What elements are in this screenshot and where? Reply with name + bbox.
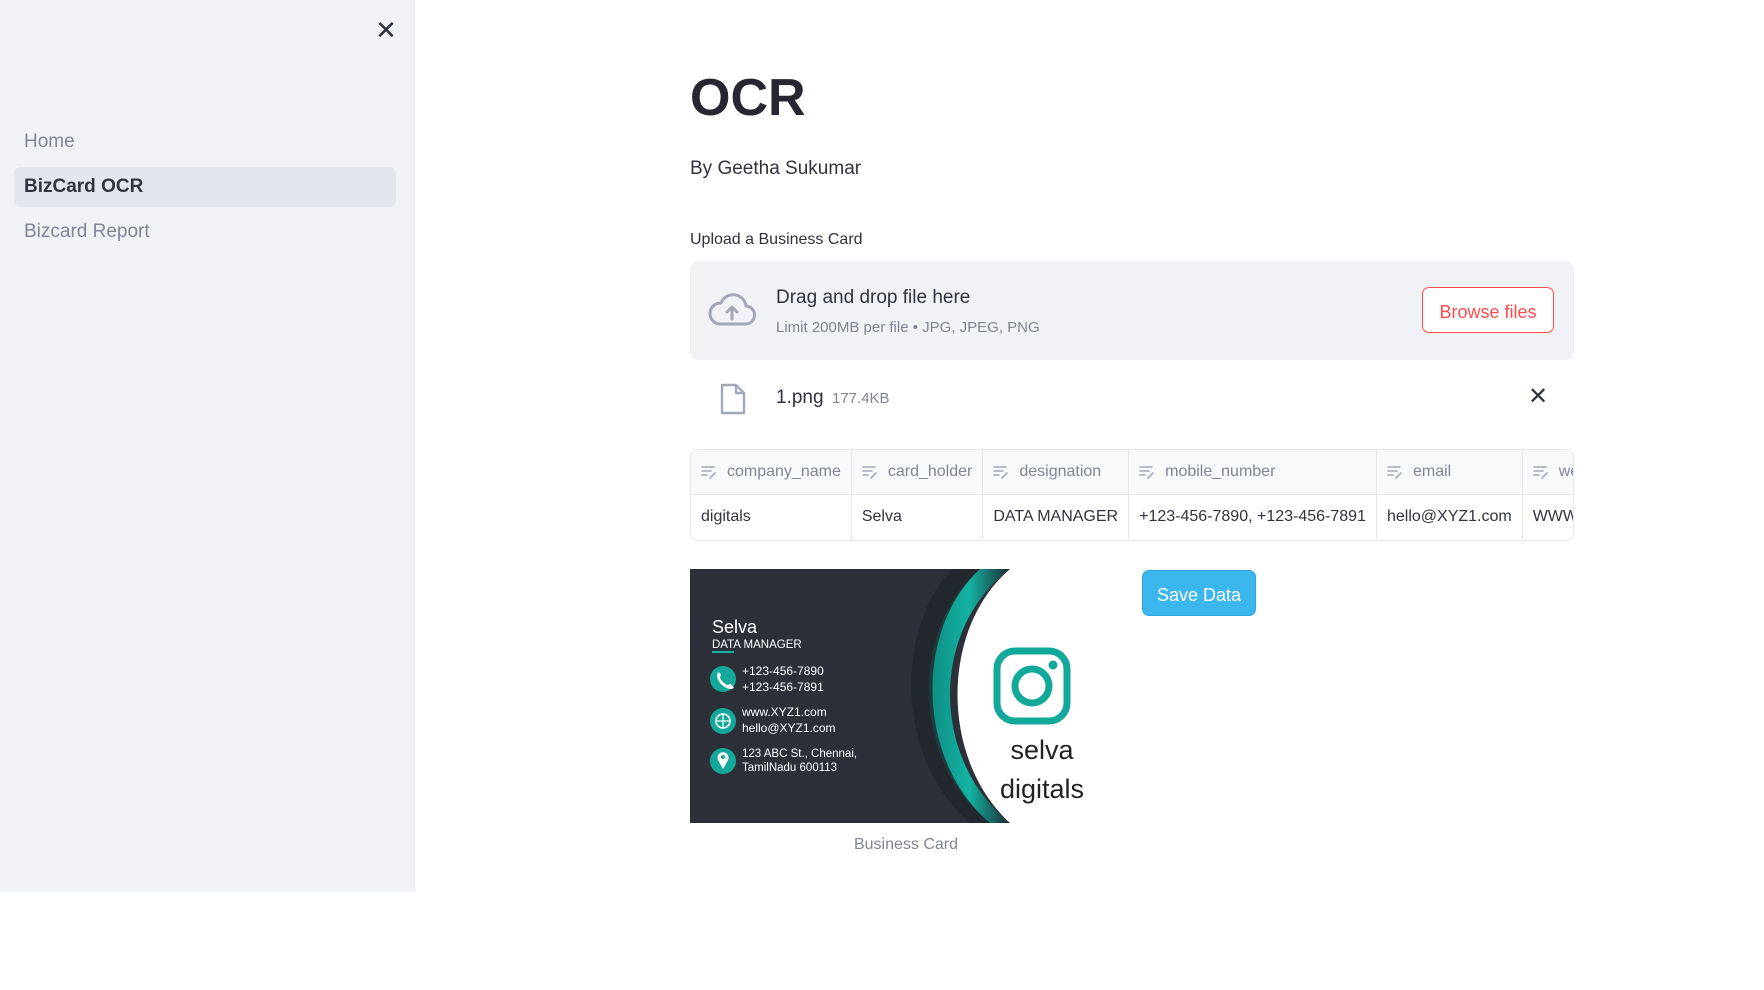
card-website: www.XYZ1.com [741,705,827,719]
column-header[interactable]: designation [982,450,1130,495]
sidebar-item-bizcard-report[interactable]: Bizcard Report [14,212,396,252]
browse-files-button[interactable]: Browse files [1422,287,1554,333]
business-card-image: Selva DATA MANAGER +123-456-7890 +123-45… [690,569,1090,823]
cloud-upload-icon [708,293,756,326]
text-column-icon [1532,465,1548,479]
column-header[interactable]: mobile_number [1128,450,1377,495]
text-column-icon [862,465,877,479]
card-address-1: 123 ABC St., Chennai, [742,748,857,760]
column-header-label: website [1558,463,1573,480]
sidebar-item-bizcard-ocr[interactable]: BizCard OCR [14,167,396,207]
column-header-label: email [1412,463,1452,480]
save-data-button[interactable]: Save Data [1142,570,1256,616]
column-header[interactable]: card_holder [851,450,984,495]
table-cell[interactable]: hello@XYZ1.com [1376,494,1523,539]
page-title: OCR [690,69,806,127]
author-text: By Geetha Sukumar [690,158,862,179]
column-header-label: company_name [727,463,841,480]
card-phone-2: +123-456-7891 [742,680,824,694]
card-phone-1: +123-456-7890 [742,664,824,678]
uploaded-file: 1.png 177.4KB ✕ [690,375,1574,423]
card-name: Selva [712,617,758,637]
table-cell[interactable]: Selva [851,494,984,539]
file-dropzone[interactable]: Drag and drop file here Limit 200MB per … [690,261,1574,360]
file-name: 1.png [776,387,824,408]
text-column-icon [993,465,1009,479]
dropzone-title: Drag and drop file here [776,287,971,308]
column-header[interactable]: email [1376,450,1523,495]
text-column-icon [701,465,716,479]
card-email: hello@XYZ1.com [742,721,836,735]
upload-label: Upload a Business Card [690,231,863,248]
column-header-label: designation [1019,463,1102,480]
sidebar-item-home[interactable]: Home [14,122,396,162]
column-header-label: mobile_number [1165,463,1276,480]
text-column-icon [1139,465,1154,479]
table-row: digitals Selva DATA MANAGER +123-456-789… [691,494,1573,539]
sidebar-nav: Home BizCard OCR Bizcard Report [14,122,396,257]
table-header-row: company_name card_holder designation mob… [691,450,1573,495]
text-column-icon [1387,465,1402,479]
card-address-2: TamilNadu 600113 [742,762,837,774]
main-content: OCR By Geetha Sukumar Upload a Business … [690,0,1574,892]
column-header[interactable]: website [1522,450,1573,495]
image-caption: Business Card [853,836,959,853]
close-icon[interactable]: ✕ [372,16,400,44]
table-cell[interactable]: +123-456-7890, +123-456-7891 [1128,494,1377,539]
file-size: 177.4KB [832,390,890,407]
ocr-result-table[interactable]: company_name card_holder designation mob… [690,449,1574,541]
column-header[interactable]: company_name [691,450,852,495]
file-icon [720,383,746,415]
column-header-label: card_holder [887,463,973,480]
card-designation: DATA MANAGER [712,639,802,651]
table-cell[interactable]: DATA MANAGER [982,494,1130,539]
table-cell[interactable]: WWW.XYZ1.com [1522,494,1573,539]
card-brand-line-1: selva [1010,735,1074,765]
dropzone-subtitle: Limit 200MB per file • JPG, JPEG, PNG [776,319,1040,336]
card-brand-line-2: digitals [1000,774,1084,804]
sidebar: ✕ Home BizCard OCR Bizcard Report [0,0,415,892]
table-cell[interactable]: digitals [691,494,852,539]
close-icon[interactable]: ✕ [1524,383,1552,411]
